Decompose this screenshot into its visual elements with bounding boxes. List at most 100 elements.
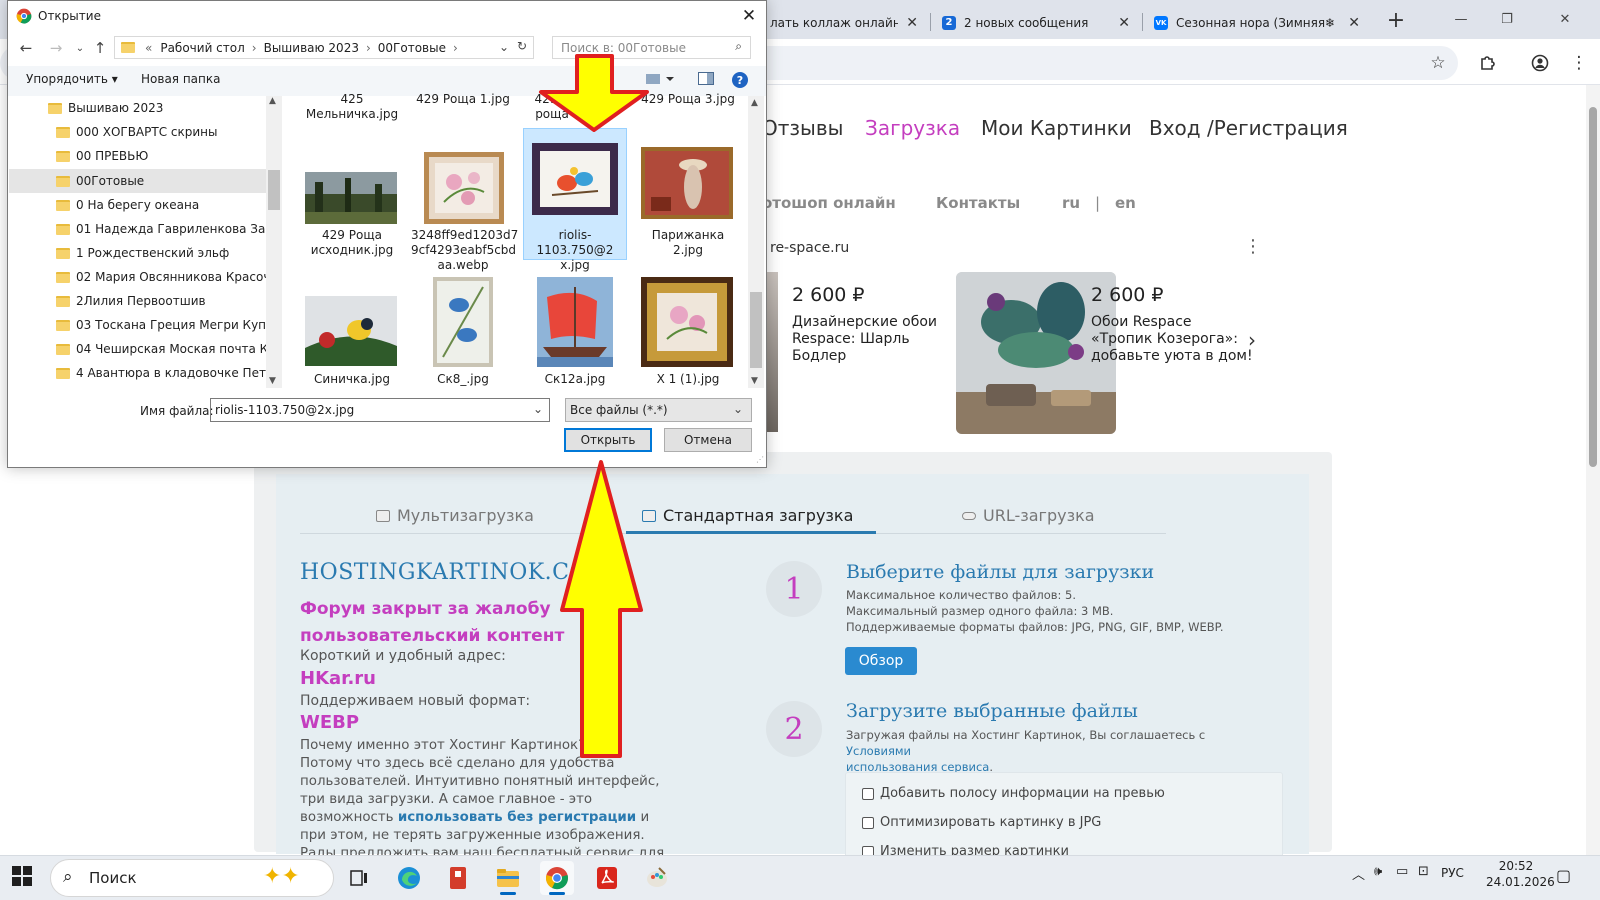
breadcrumb-desktop[interactable]: Рабочий стол [160, 41, 244, 55]
file-thumbnail[interactable] [424, 152, 504, 224]
view-options-icon[interactable] [646, 73, 676, 87]
tray-chevron-icon[interactable]: ︿ [1352, 864, 1365, 883]
file-thumbnail[interactable] [305, 172, 397, 224]
minimize-button[interactable]: — [1438, 0, 1484, 39]
task-view-icon[interactable] [342, 861, 376, 895]
dialog-address-bar[interactable]: « Рабочий стол › Вышиваю 2023 › 00Готовы… [114, 36, 534, 59]
file-item[interactable]: 429 Роща 1.jpg [411, 92, 515, 107]
file-thumbnail[interactable] [641, 147, 733, 219]
nav-my-pictures[interactable]: Мои Картинки [981, 116, 1132, 140]
nav-login[interactable]: Вход /Регистрация [1149, 116, 1348, 140]
recent-dropdown-icon[interactable]: ⌄ [70, 38, 90, 58]
taskbar-search[interactable]: ⌕ Поиск ✦✦ [50, 859, 334, 897]
file-item[interactable]: 425 Мельничка.jpg [300, 92, 404, 122]
tree-item[interactable]: 2Лилия Первоотшив [56, 290, 274, 312]
tree-item[interactable]: 1 Рождественский эльф [56, 242, 274, 264]
chrome-icon[interactable] [540, 861, 574, 895]
file-item[interactable]: Парижанка 2.jpg [636, 228, 740, 258]
page-scrollbar[interactable] [1586, 85, 1600, 855]
resize-grip-icon[interactable]: ⋰ [756, 455, 764, 464]
ad-block[interactable]: re-space.ru ⋮ 2 600 ₽ Дизайнерские обои R… [760, 234, 1276, 442]
file-thumbnail[interactable] [305, 296, 397, 366]
close-icon[interactable]: ✕ [1348, 15, 1360, 31]
star-icon[interactable]: ☆ [1425, 50, 1451, 76]
close-icon[interactable]: ✕ [906, 15, 918, 31]
tree-item[interactable]: 000 ХОГВАРТС скрины [56, 121, 274, 143]
tree-item[interactable]: 01 Надежда Гавриленкова Закатно [56, 218, 274, 240]
network-icon[interactable]: ⊡ [1418, 864, 1429, 879]
breadcrumb-current[interactable]: 00Готовые [378, 41, 446, 55]
file-explorer-icon[interactable] [491, 861, 525, 895]
chevron-right-icon[interactable]: › [1248, 328, 1272, 356]
restore-button[interactable]: ❐ [1484, 0, 1530, 39]
ad-price-1[interactable]: 2 600 ₽ [792, 284, 865, 306]
tab-messages[interactable]: 2 2 новых сообщения ✕ [932, 6, 1140, 39]
nav-photoshop[interactable]: отошоп онлайн [762, 194, 896, 212]
profile-icon[interactable] [1527, 50, 1553, 76]
tree-item[interactable]: 04 Чеширская Моская почта Купи [56, 338, 274, 360]
edge-icon[interactable] [392, 861, 426, 895]
up-arrow-icon[interactable]: ↑ [90, 38, 110, 58]
chevron-down-icon[interactable]: ⌄ [499, 40, 509, 54]
forward-arrow-icon[interactable]: → [46, 38, 66, 58]
no-registration-link[interactable]: использовать без регистрации [398, 810, 636, 825]
notifications-icon[interactable]: ▢ [1556, 866, 1571, 885]
open-button[interactable]: Открыть [564, 428, 652, 452]
dialog-titlebar[interactable]: Открытие [8, 1, 766, 31]
tree-item-selected[interactable]: 00Готовые [56, 170, 274, 192]
tab-collage[interactable]: лать коллаж онлайн бе ✕ [760, 6, 928, 39]
file-item[interactable]: Ск12а.jpg [523, 372, 627, 387]
file-item[interactable]: Ск8_.jpg [411, 372, 515, 387]
lang-ru[interactable]: ru [1062, 194, 1080, 212]
language-indicator[interactable]: РУС [1441, 866, 1464, 880]
volume-icon[interactable]: 🕪 [1374, 864, 1382, 879]
paint-icon[interactable] [640, 861, 674, 895]
file-item[interactable]: 3248ff9ed1203d7 9cf4293eabf5cbd aa.webp [411, 228, 518, 273]
more-icon[interactable]: ⋮ [1244, 236, 1262, 257]
option-info-strip[interactable]: Добавить полосу информации на превью [862, 786, 1165, 801]
extensions-icon[interactable] [1475, 50, 1501, 76]
terms-link[interactable]: Условиями [846, 744, 911, 758]
new-tab-button[interactable]: + [1384, 8, 1408, 33]
file-item[interactable]: 429 Роща исходник.jpg [300, 228, 404, 258]
files-scrollbar[interactable]: ▲ ▼ [748, 96, 764, 388]
nav-upload[interactable]: Загрузка [865, 116, 960, 140]
windows-start-icon[interactable] [12, 866, 36, 890]
refresh-icon[interactable]: ↻ [517, 39, 527, 53]
ad-desc-1[interactable]: Дизайнерские обои Respace: Шарль Бодлер [792, 314, 937, 365]
nav-reviews[interactable]: Отзывы [762, 116, 843, 140]
file-thumbnail[interactable] [433, 277, 493, 367]
filename-input[interactable]: riolis-1103.750@2x.jpg ⌄ [210, 398, 550, 422]
tab-standard-upload[interactable]: Стандартная загрузка [642, 506, 853, 525]
tree-item[interactable]: 4 Авантюра в кладовочке Петунов [56, 362, 274, 384]
file-item-selected[interactable]: riolis-1103.750@2 x.jpg [523, 228, 627, 273]
bookmark-app-icon[interactable] [441, 861, 475, 895]
file-thumbnail[interactable] [641, 277, 733, 367]
close-window-button[interactable]: ✕ [1530, 0, 1600, 39]
tab-multi-upload[interactable]: Мультизагрузка [376, 506, 534, 525]
file-item[interactable]: 429 Роща 3.jpg [636, 92, 740, 107]
close-icon[interactable]: ✕ [1118, 15, 1130, 31]
file-thumbnail[interactable] [537, 277, 613, 367]
short-address[interactable]: HKar.ru [300, 668, 376, 689]
file-item[interactable]: Синичка.jpg [300, 372, 404, 387]
nav-contacts[interactable]: Контакты [936, 194, 1020, 212]
tree-scrollbar[interactable]: ▲ ▼ [266, 96, 282, 388]
organize-button[interactable]: Упорядочить ▾ [26, 72, 118, 86]
close-icon[interactable]: ✕ [732, 2, 766, 30]
menu-icon[interactable]: ⋮ [1566, 50, 1592, 76]
tab-url-upload[interactable]: URL-загрузка [962, 506, 1095, 525]
ad-domain[interactable]: re-space.ru [770, 240, 849, 256]
new-folder-button[interactable]: Новая папка [141, 72, 220, 86]
ad-desc-2[interactable]: Обои Respace «Тропик Козерога»: добавьте у… [1091, 314, 1253, 365]
cancel-button[interactable]: Отмена [664, 428, 752, 452]
acrobat-icon[interactable] [590, 861, 624, 895]
ad-price-2[interactable]: 2 600 ₽ [1091, 284, 1164, 306]
clock[interactable]: 20:52 24.01.2026 [1486, 858, 1555, 890]
file-thumbnail[interactable] [532, 143, 618, 215]
tree-item[interactable]: 0 На берегу океана [56, 194, 274, 216]
option-optimize-jpg[interactable]: Оптимизировать картинку в JPG [862, 815, 1101, 830]
breadcrumb-folder[interactable]: Вышиваю 2023 [264, 41, 359, 55]
filetype-select[interactable]: Все файлы (*.*) ⌄ [565, 398, 752, 422]
preview-pane-icon[interactable] [698, 72, 714, 86]
